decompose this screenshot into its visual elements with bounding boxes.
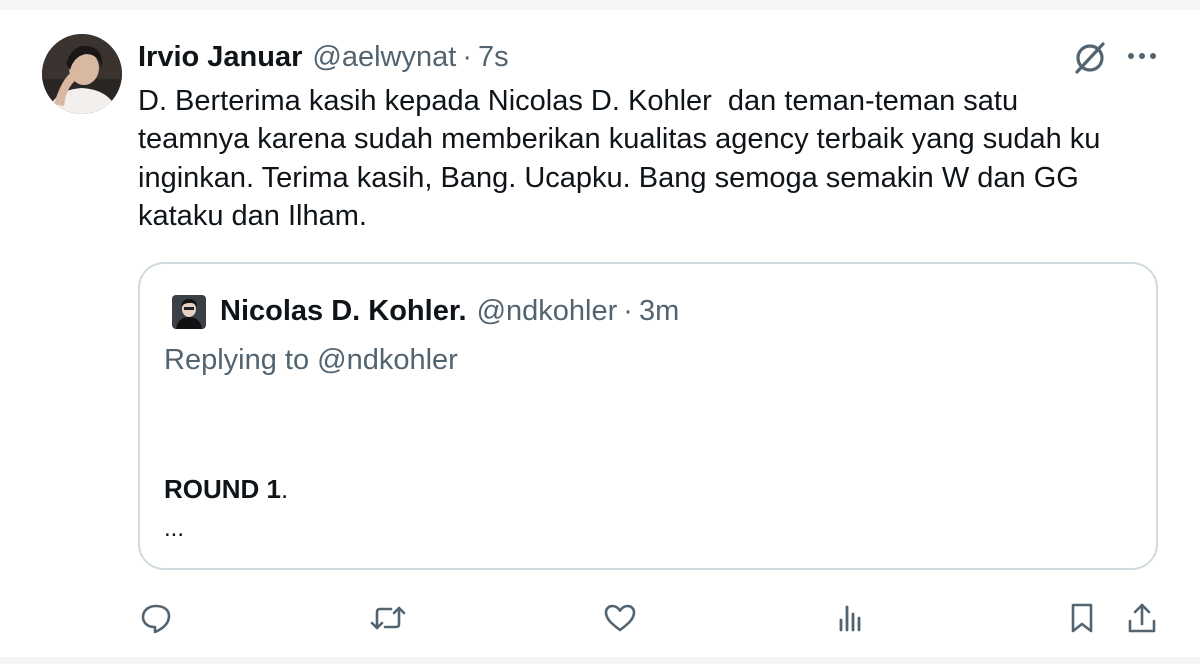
more-icon[interactable]: [1124, 44, 1160, 68]
quoted-tweet-timestamp[interactable]: 3m: [639, 295, 679, 328]
header-separator: ·: [462, 40, 472, 73]
round-punctuation: .: [281, 474, 289, 504]
author-handle[interactable]: @aelwynat: [312, 41, 456, 74]
tweet-timestamp[interactable]: 7s: [478, 41, 509, 74]
top-divider: [0, 0, 1200, 10]
reply-button[interactable]: [136, 598, 176, 638]
quoted-author-avatar[interactable]: [172, 295, 206, 329]
like-icon: [602, 600, 638, 636]
quoted-author-handle[interactable]: @ndkohler: [477, 295, 618, 328]
views-button[interactable]: [830, 598, 870, 638]
replying-to-label: Replying to @ndkohler: [164, 344, 458, 376]
grok-icon[interactable]: [1070, 38, 1110, 78]
tweet-header: Irvio Januar @aelwynat · 7s: [138, 37, 509, 77]
round-heading: ROUND 1: [164, 474, 282, 504]
repost-button[interactable]: [368, 598, 408, 638]
author-name[interactable]: Irvio Januar: [138, 41, 302, 74]
quoted-tweet-card[interactable]: Nicolas D. Kohler. @ndkohler · 3m Replyi…: [138, 262, 1158, 570]
like-button[interactable]: [600, 598, 640, 638]
bookmark-button[interactable]: [1062, 598, 1102, 638]
bottom-divider: [0, 657, 1200, 664]
bookmark-icon: [1064, 600, 1100, 636]
quoted-tweet-truncation: ...: [164, 515, 185, 542]
quoted-tweet-round-text: ROUND 1.: [164, 474, 288, 505]
tweet-container: Irvio Januar @aelwynat · 7s D. Berterima…: [0, 0, 1200, 664]
share-icon: [1124, 600, 1160, 636]
share-button[interactable]: [1122, 598, 1162, 638]
repost-icon: [369, 600, 407, 636]
views-icon: [832, 600, 868, 636]
tweet-text: D. Berterima kasih kepada Nicolas D. Koh…: [138, 85, 1101, 232]
reply-icon: [138, 600, 174, 636]
quoted-header-separator: ·: [623, 294, 633, 327]
author-avatar[interactable]: [42, 34, 122, 114]
quoted-author-name[interactable]: Nicolas D. Kohler.: [220, 295, 467, 328]
quoted-tweet-header: Nicolas D. Kohler. @ndkohler · 3m: [220, 291, 679, 331]
